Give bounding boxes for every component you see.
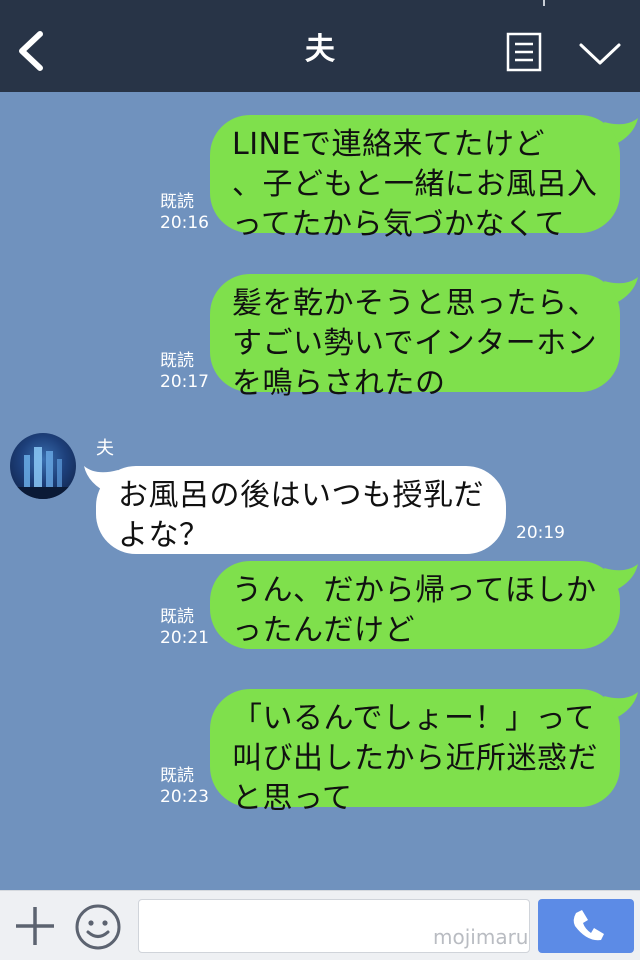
back-button[interactable] bbox=[14, 30, 50, 72]
emoji-button[interactable] bbox=[74, 903, 122, 951]
read-receipt: 既読 bbox=[160, 192, 194, 212]
message-bubble[interactable]: 「いるんでしょー！」って 叫び出したから近所迷惑だ と思って bbox=[210, 689, 620, 816]
message-bubble[interactable]: LINEで連絡来てたけど 、子どもと一緒にお風呂入 ってたから気づかなくて bbox=[210, 115, 620, 242]
chat-title: 夫 bbox=[305, 32, 335, 67]
read-receipt: 既読 bbox=[160, 351, 194, 371]
message-time: 20:23 bbox=[160, 787, 209, 807]
message-bubble[interactable]: うん、だから帰ってほしか ったんだけど bbox=[210, 561, 620, 649]
note-icon bbox=[506, 32, 542, 72]
smiley-icon bbox=[75, 904, 121, 950]
chat-header: 夫 bbox=[0, 0, 640, 92]
phone-icon bbox=[573, 910, 604, 941]
message-meta: 既読 20:16 bbox=[160, 192, 209, 234]
avatar-image bbox=[10, 447, 76, 499]
message-input-bar: mojimaru bbox=[0, 890, 640, 960]
message-meta: 既読 20:17 bbox=[160, 351, 209, 393]
call-button[interactable] bbox=[538, 899, 634, 953]
message-input[interactable] bbox=[138, 899, 530, 953]
status-bar-fragment bbox=[543, 0, 545, 6]
message-time: 20:21 bbox=[160, 628, 209, 648]
sender-name: 夫 bbox=[96, 438, 114, 459]
message-time: 20:19 bbox=[516, 523, 565, 543]
read-receipt: 既読 bbox=[160, 607, 194, 627]
note-button[interactable] bbox=[506, 32, 542, 72]
add-attachment-button[interactable] bbox=[14, 905, 56, 947]
message-bubble[interactable]: お風呂の後はいつも授乳だ よな？ bbox=[96, 466, 506, 554]
message-meta: 既読 20:21 bbox=[160, 607, 209, 649]
message-time: 20:16 bbox=[160, 213, 209, 233]
message-bubble[interactable]: 髪を乾かそうと思ったら、 すごい勢いでインターホン を鳴らされたの bbox=[210, 274, 620, 401]
read-receipt: 既読 bbox=[160, 766, 194, 786]
menu-toggle-button[interactable] bbox=[578, 40, 622, 68]
plus-icon bbox=[16, 907, 54, 945]
message-time: 20:17 bbox=[160, 372, 209, 392]
contact-avatar[interactable] bbox=[10, 433, 76, 499]
chevron-left-icon bbox=[19, 31, 43, 71]
message-meta: 既読 20:23 bbox=[160, 766, 209, 808]
chevron-down-icon bbox=[579, 43, 621, 65]
